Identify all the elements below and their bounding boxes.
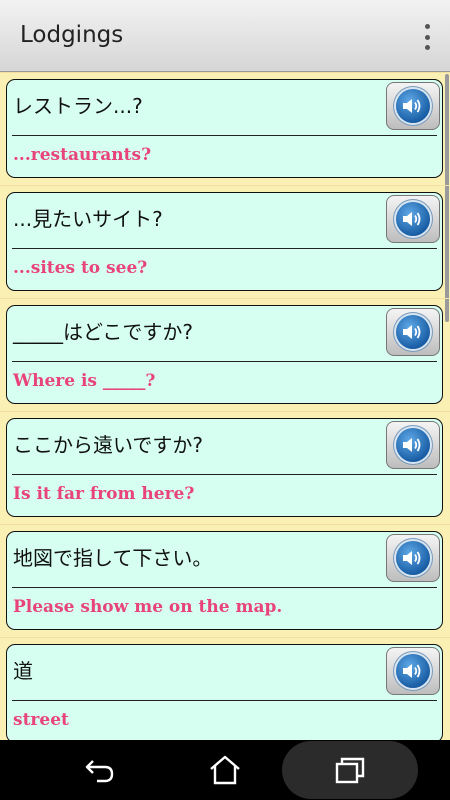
speak-button[interactable] bbox=[386, 534, 440, 582]
phrase-card[interactable]: レストラン...? ...restaurants? bbox=[6, 79, 443, 178]
japanese-phrase: ここから遠いですか? bbox=[13, 433, 204, 457]
speaker-icon bbox=[396, 315, 430, 349]
list-item[interactable]: ...見たいサイト? ...sites to see? bbox=[0, 185, 450, 298]
recent-apps-icon bbox=[335, 757, 365, 784]
speak-button[interactable] bbox=[386, 308, 440, 356]
speaker-icon bbox=[396, 202, 430, 236]
japanese-phrase: 地図で指して下さい。 bbox=[13, 546, 213, 570]
phrase-list: レストラン...? ...restaurants? ...見たいサイト? ...… bbox=[0, 72, 450, 740]
home-icon bbox=[210, 755, 240, 785]
overflow-menu-icon[interactable] bbox=[418, 24, 436, 50]
speaker-icon bbox=[396, 89, 430, 123]
recent-apps-button[interactable] bbox=[290, 740, 410, 800]
divider bbox=[12, 248, 437, 249]
english-phrase: ...restaurants? bbox=[13, 145, 152, 165]
english-phrase: street bbox=[13, 710, 69, 730]
japanese-phrase: _____はどこですか? bbox=[13, 320, 194, 344]
list-item[interactable]: _____はどこですか? Where is _____? bbox=[0, 298, 450, 411]
phrase-card[interactable]: ...見たいサイト? ...sites to see? bbox=[6, 192, 443, 291]
list-item[interactable]: 地図で指して下さい。 Please show me on the map. bbox=[0, 524, 450, 637]
divider bbox=[12, 474, 437, 475]
list-item[interactable]: レストラン...? ...restaurants? bbox=[0, 72, 450, 185]
english-phrase: Where is _____? bbox=[13, 371, 156, 391]
speaker-icon bbox=[396, 654, 430, 688]
japanese-phrase: ...見たいサイト? bbox=[13, 207, 163, 231]
english-phrase: Is it far from here? bbox=[13, 484, 195, 504]
speaker-icon bbox=[396, 541, 430, 575]
phrase-card[interactable]: ここから遠いですか? Is it far from here? bbox=[6, 418, 443, 517]
speaker-icon bbox=[396, 428, 430, 462]
divider bbox=[12, 361, 437, 362]
page-title: Lodgings bbox=[20, 22, 124, 48]
phrase-card[interactable]: 地図で指して下さい。 Please show me on the map. bbox=[6, 531, 443, 630]
home-button[interactable] bbox=[165, 740, 285, 800]
speak-button[interactable] bbox=[386, 421, 440, 469]
english-phrase: ...sites to see? bbox=[13, 258, 148, 278]
speak-button[interactable] bbox=[386, 82, 440, 130]
divider bbox=[12, 135, 437, 136]
phrase-card[interactable]: 道 street bbox=[6, 644, 443, 740]
divider bbox=[12, 587, 437, 588]
phrase-card[interactable]: _____はどこですか? Where is _____? bbox=[6, 305, 443, 404]
back-icon bbox=[85, 760, 114, 783]
app-bar: Lodgings bbox=[0, 0, 450, 72]
speak-button[interactable] bbox=[386, 647, 440, 695]
divider bbox=[12, 700, 437, 701]
english-phrase: Please show me on the map. bbox=[13, 597, 283, 617]
back-button[interactable] bbox=[40, 740, 160, 800]
list-item[interactable]: ここから遠いですか? Is it far from here? bbox=[0, 411, 450, 524]
japanese-phrase: 道 bbox=[13, 659, 33, 683]
list-item[interactable]: 道 street bbox=[0, 637, 450, 740]
speak-button[interactable] bbox=[386, 195, 440, 243]
japanese-phrase: レストラン...? bbox=[13, 94, 143, 118]
navigation-bar bbox=[0, 740, 450, 800]
